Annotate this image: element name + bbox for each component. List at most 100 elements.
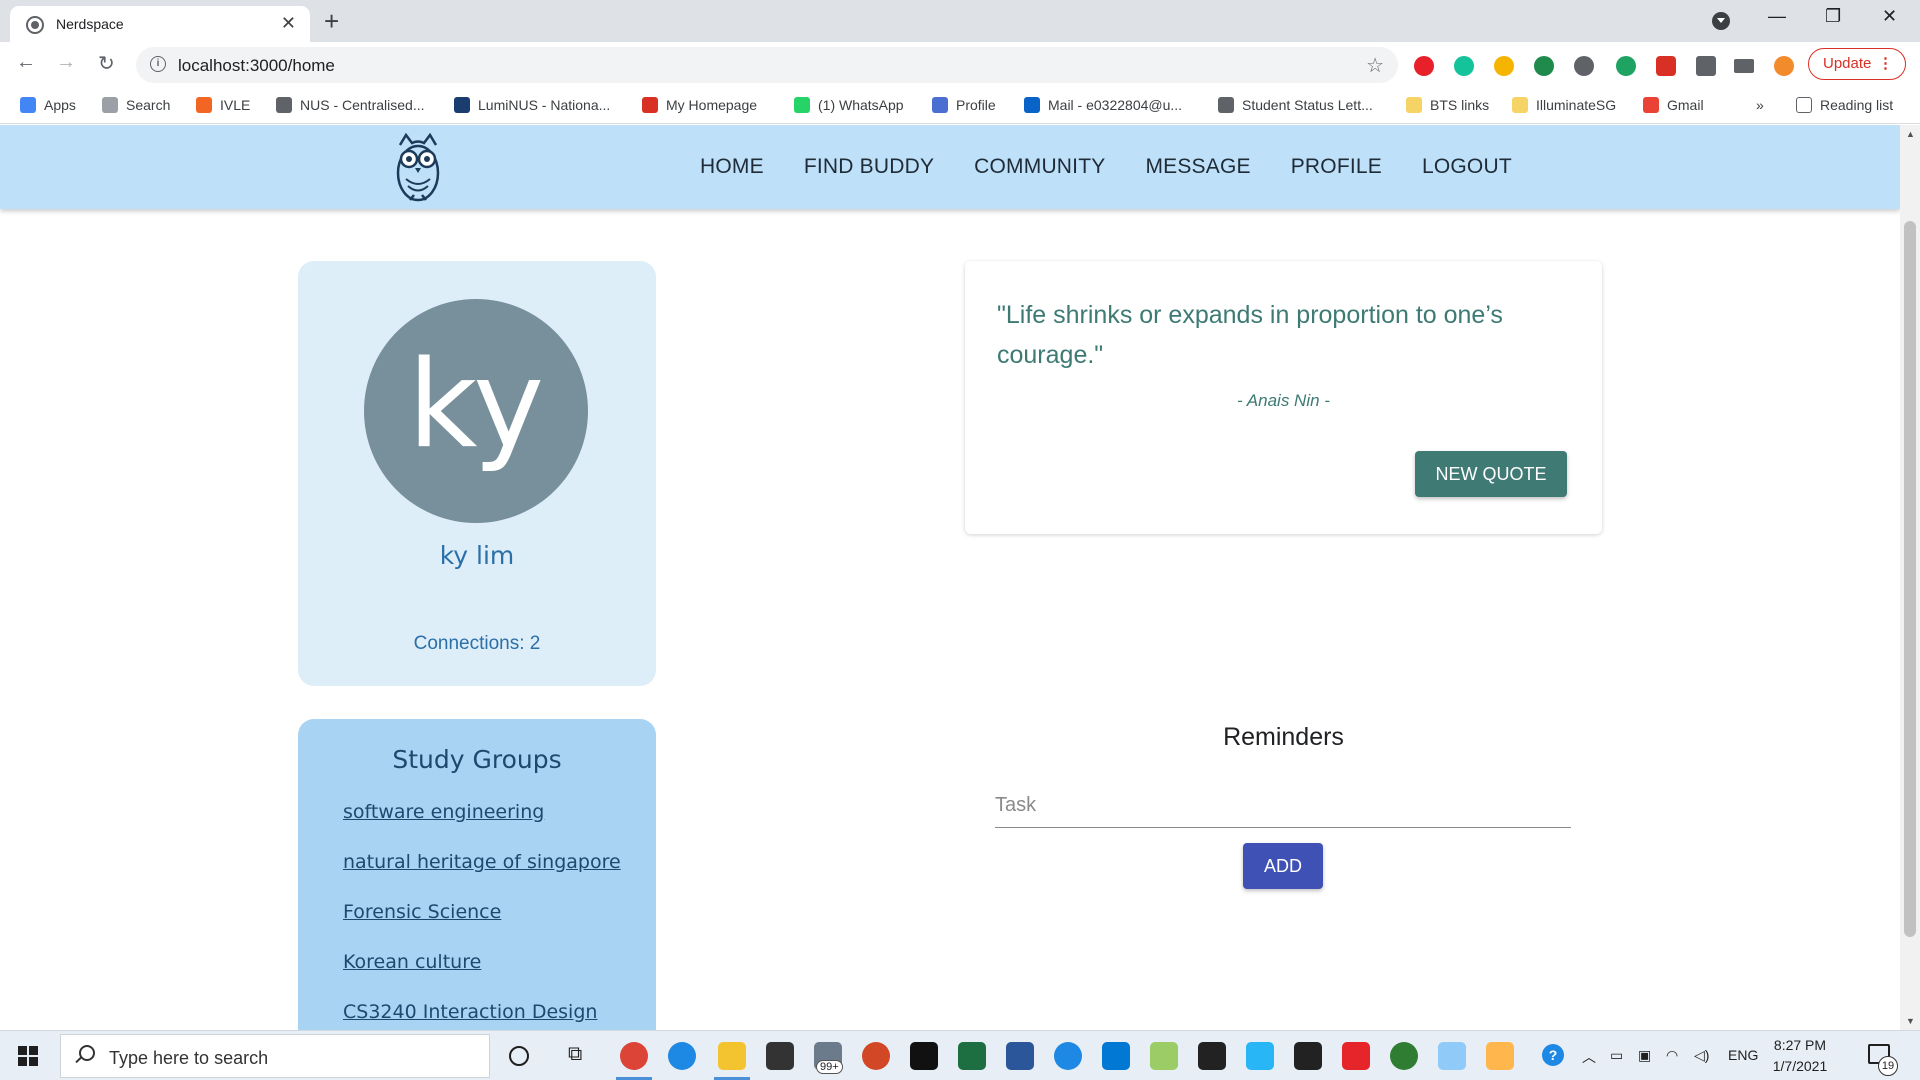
site-info-icon[interactable]: i — [150, 56, 166, 72]
study-group-link[interactable]: natural heritage of singapore — [343, 851, 621, 874]
owl-logo-icon[interactable] — [392, 131, 444, 203]
system-clock[interactable]: 8:27 PM 1/7/2021 — [1762, 1035, 1838, 1077]
device-icon[interactable]: ▣ — [1638, 1047, 1651, 1064]
help-icon[interactable]: ? — [1542, 1044, 1564, 1066]
update-button[interactable]: Update ⋮ — [1808, 48, 1906, 80]
sticky-notes-icon[interactable] — [910, 1042, 938, 1070]
telegram-icon[interactable] — [1246, 1042, 1274, 1070]
forward-icon[interactable]: → — [56, 51, 76, 74]
vscode-icon[interactable] — [1102, 1042, 1130, 1070]
nav-home[interactable]: HOME — [700, 155, 764, 179]
tab-search-icon[interactable] — [1712, 12, 1730, 30]
bookmark-item[interactable]: Apps — [20, 97, 76, 113]
cortana-icon[interactable] — [509, 1046, 529, 1066]
reload-icon[interactable]: ↻ — [98, 51, 115, 76]
paint-icon[interactable] — [1486, 1042, 1514, 1070]
store-icon[interactable] — [766, 1042, 794, 1070]
rider-icon[interactable] — [1294, 1042, 1322, 1070]
bookmark-item[interactable]: IlluminateSG — [1512, 97, 1616, 113]
atom-icon[interactable] — [1390, 1042, 1418, 1070]
word-icon[interactable] — [1006, 1042, 1034, 1070]
taskbar-search[interactable]: Type here to search — [60, 1034, 490, 1078]
bookmark-item[interactable]: IVLE — [196, 97, 250, 113]
grammarly-extension-icon[interactable] — [1454, 56, 1474, 76]
bookmark-item[interactable]: Profile — [932, 97, 996, 113]
scroll-down-icon[interactable]: ▼ — [1906, 1016, 1915, 1026]
study-group-link[interactable]: Korean culture — [343, 951, 621, 974]
video-extension-icon[interactable] — [1656, 56, 1676, 76]
acrobat-icon[interactable] — [1342, 1042, 1370, 1070]
chevron-up-icon[interactable]: ︿ — [1582, 1047, 1596, 1067]
bookmark-item[interactable]: NUS - Centralised... — [276, 97, 424, 113]
user-avatar-icon[interactable] — [1774, 56, 1794, 76]
bookmark-favicon-icon — [1643, 97, 1659, 113]
sync-extension-icon[interactable] — [1574, 56, 1594, 76]
study-group-link[interactable]: CS3240 Interaction Design — [343, 1001, 621, 1024]
back-icon[interactable]: ← — [16, 51, 36, 74]
scrollbar-thumb[interactable] — [1904, 221, 1916, 937]
close-tab-icon[interactable]: ✕ — [281, 13, 296, 34]
sourcetree-icon[interactable] — [1150, 1042, 1178, 1070]
volume-icon[interactable]: ◁) — [1694, 1047, 1709, 1064]
study-group-link[interactable]: Forensic Science — [343, 901, 621, 924]
terminal-icon[interactable] — [1198, 1042, 1226, 1070]
edge-icon[interactable] — [668, 1042, 696, 1070]
bookmark-item[interactable]: My Homepage — [642, 97, 757, 113]
file-explorer-icon[interactable] — [718, 1042, 746, 1070]
battery-icon[interactable]: ▭ — [1610, 1047, 1623, 1064]
bookmark-item[interactable]: Gmail — [1643, 97, 1704, 113]
task-view-icon[interactable]: ⧉ — [568, 1043, 582, 1066]
bookmark-label: Student Status Lett... — [1242, 97, 1373, 113]
bookmark-item[interactable]: BTS links — [1406, 97, 1489, 113]
nav-logout[interactable]: LOGOUT — [1422, 155, 1512, 179]
browser-tab[interactable]: Nerdspace ✕ — [10, 6, 310, 42]
chrome-icon[interactable] — [620, 1042, 648, 1070]
nav-community[interactable]: COMMUNITY — [974, 155, 1105, 179]
scroll-up-icon[interactable]: ▲ — [1906, 129, 1915, 139]
reading-list-button[interactable]: Reading list — [1796, 97, 1893, 113]
address-bar[interactable]: i localhost:3000/home ☆ — [136, 47, 1398, 83]
task-input[interactable] — [995, 788, 1571, 828]
tripadvisor-extension-icon[interactable] — [1534, 56, 1554, 76]
media-queue-icon[interactable] — [1734, 59, 1754, 73]
bookmark-label: Mail - e0322804@u... — [1048, 97, 1183, 113]
new-tab-button[interactable]: + — [324, 6, 339, 36]
add-reminder-button[interactable]: ADD — [1243, 843, 1323, 889]
language-indicator[interactable]: ENG — [1728, 1047, 1758, 1063]
bookmark-item[interactable]: Student Status Lett... — [1218, 97, 1373, 113]
restore-icon[interactable]: ❐ — [1825, 6, 1841, 27]
bookmark-favicon-icon — [20, 97, 36, 113]
close-window-icon[interactable]: ✕ — [1882, 6, 1897, 27]
windows-start-icon[interactable] — [18, 1046, 38, 1066]
bookmark-item[interactable]: Mail - e0322804@u... — [1024, 97, 1182, 113]
nav-profile[interactable]: PROFILE — [1291, 155, 1382, 179]
chat-extension-icon[interactable] — [1616, 56, 1636, 76]
nav-find-buddy[interactable]: FIND BUDDY — [804, 155, 934, 179]
bookmarks-overflow-button[interactable]: » — [1756, 97, 1764, 113]
bookmark-favicon-icon — [1512, 97, 1528, 113]
new-quote-button[interactable]: NEW QUOTE — [1415, 451, 1567, 497]
bookmark-label: (1) WhatsApp — [818, 97, 904, 113]
bookmark-item[interactable]: Search — [102, 97, 170, 113]
wifi-icon[interactable]: ◠ — [1666, 1047, 1678, 1064]
study-groups-title: Study Groups — [392, 745, 562, 774]
excel-icon[interactable] — [958, 1042, 986, 1070]
bookmark-item[interactable]: LumiNUS - Nationa... — [454, 97, 610, 113]
bookmark-item[interactable]: (1) WhatsApp — [794, 97, 904, 113]
url-text[interactable]: localhost:3000/home — [178, 56, 335, 76]
study-group-link[interactable]: software engineering — [343, 801, 621, 824]
connections-count: Connections: 2 — [413, 633, 541, 654]
bookmark-star-icon[interactable]: ☆ — [1366, 53, 1384, 78]
puzzle-extensions-icon[interactable] — [1696, 56, 1716, 76]
powerpoint-icon[interactable] — [862, 1042, 890, 1070]
opera-extension-icon[interactable] — [1414, 56, 1434, 76]
nav-message[interactable]: MESSAGE — [1145, 155, 1250, 179]
quote-author: - Anais Nin - — [1237, 391, 1330, 410]
edge-beta-icon[interactable] — [1054, 1042, 1082, 1070]
page-scrollbar[interactable]: ▲ ▼ — [1900, 125, 1920, 1030]
b-extension-icon[interactable] — [1494, 56, 1514, 76]
notepad-icon[interactable] — [1438, 1042, 1466, 1070]
avatar[interactable]: ky — [364, 299, 588, 523]
clock-date: 1/7/2021 — [1772, 1058, 1828, 1074]
minimize-icon[interactable]: — — [1768, 6, 1786, 27]
